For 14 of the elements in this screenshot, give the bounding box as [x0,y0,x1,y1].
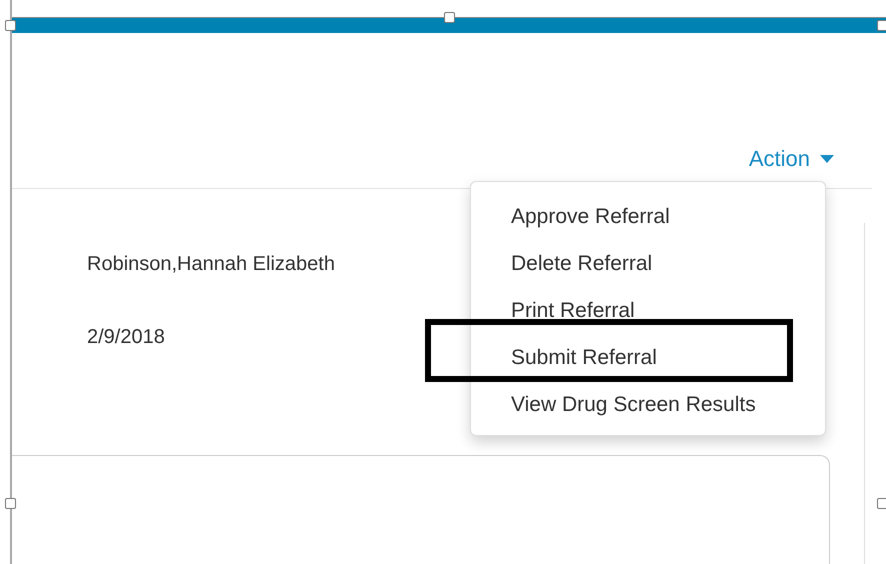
resize-handle[interactable] [877,20,886,31]
action-button[interactable]: Action [748,146,834,188]
referral-date: 2/9/2018 [87,326,165,349]
resize-handle[interactable] [444,12,455,23]
resize-handle[interactable] [5,20,16,31]
menu-item[interactable]: Delete Referral [471,240,825,287]
caret-icon [820,155,834,163]
patient-name: Robinson,Hannah Elizabeth [87,253,335,276]
menu-item[interactable]: Submit Referral [471,334,825,381]
menu-item[interactable]: View Drug Screen Results [471,381,825,428]
resize-handle[interactable] [877,498,886,509]
resize-handle[interactable] [5,498,16,509]
menu-item[interactable]: Approve Referral [471,193,825,240]
menu-item[interactable]: Print Referral [471,287,825,334]
